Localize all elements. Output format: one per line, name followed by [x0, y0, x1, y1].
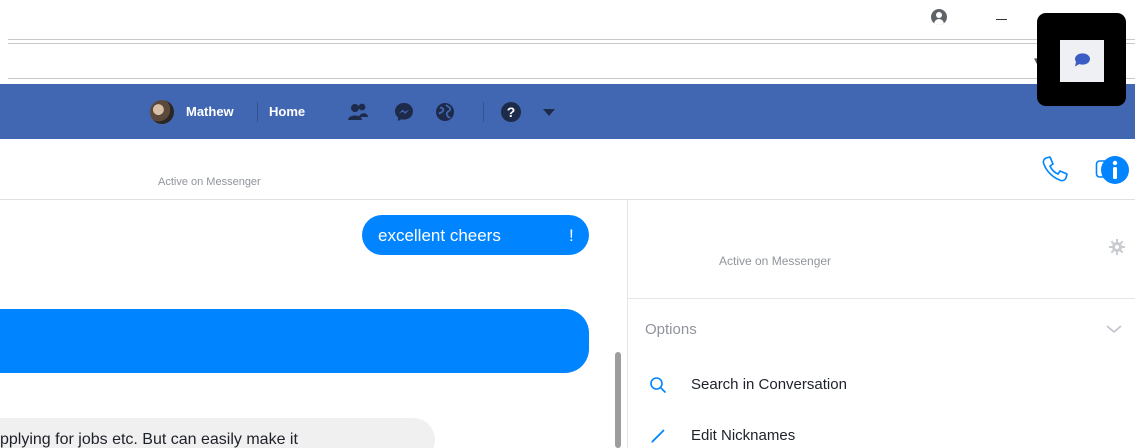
message-bubble-incoming[interactable]: pplying for jobs etc. But can easily mak…: [0, 418, 435, 448]
profile-link[interactable]: Mathew: [186, 104, 234, 120]
options-header[interactable]: Options: [645, 321, 697, 338]
message-text: excellent cheers: [378, 226, 501, 245]
conversation-info-panel: [627, 200, 1135, 448]
message-status: !: [569, 226, 574, 245]
conversation-header: [0, 139, 1135, 200]
message-bubble-outgoing[interactable]: [0, 309, 589, 373]
divider: [483, 102, 484, 122]
messenger-icon[interactable]: [393, 101, 415, 123]
caret-down-icon[interactable]: [538, 101, 560, 123]
divider: [628, 298, 1135, 299]
help-icon[interactable]: ?: [500, 101, 522, 123]
divider: [8, 43, 1135, 44]
search-icon: [650, 377, 667, 394]
edit-nicknames-option[interactable]: Edit Nicknames: [645, 421, 1125, 448]
notifications-globe-icon[interactable]: [434, 101, 456, 123]
search-in-conversation-option[interactable]: Search in Conversation: [645, 370, 1125, 400]
option-label: Search in Conversation: [691, 376, 847, 393]
divider: [8, 78, 1135, 79]
account-circle-icon[interactable]: [931, 9, 947, 25]
active-status: Active on Messenger: [158, 176, 261, 188]
message-bubble-outgoing[interactable]: excellent cheers !: [362, 215, 589, 255]
chevron-down-icon[interactable]: [1105, 323, 1123, 335]
phone-icon[interactable]: [1040, 154, 1070, 184]
browser-chrome: [0, 0, 1135, 84]
minimize-icon[interactable]: [993, 10, 1015, 30]
svg-text:?: ?: [507, 104, 516, 120]
message-text: pplying for jobs etc. But can easily mak…: [0, 431, 298, 448]
home-link[interactable]: Home: [269, 104, 305, 120]
divider: [8, 39, 1135, 40]
active-status: Active on Messenger: [719, 254, 832, 268]
pencil-icon: [651, 429, 665, 443]
option-label: Edit Nicknames: [691, 427, 796, 444]
message-scrollbar[interactable]: [615, 352, 621, 448]
gear-icon[interactable]: [1109, 239, 1125, 255]
chat-bubble-icon[interactable]: [1073, 53, 1091, 67]
avatar[interactable]: [150, 100, 174, 124]
divider: [257, 102, 258, 122]
friend-requests-icon[interactable]: [347, 101, 369, 123]
screen: ▾ Mathew Home ? Active on Messenger: [0, 0, 1135, 448]
info-icon[interactable]: [1100, 155, 1130, 185]
